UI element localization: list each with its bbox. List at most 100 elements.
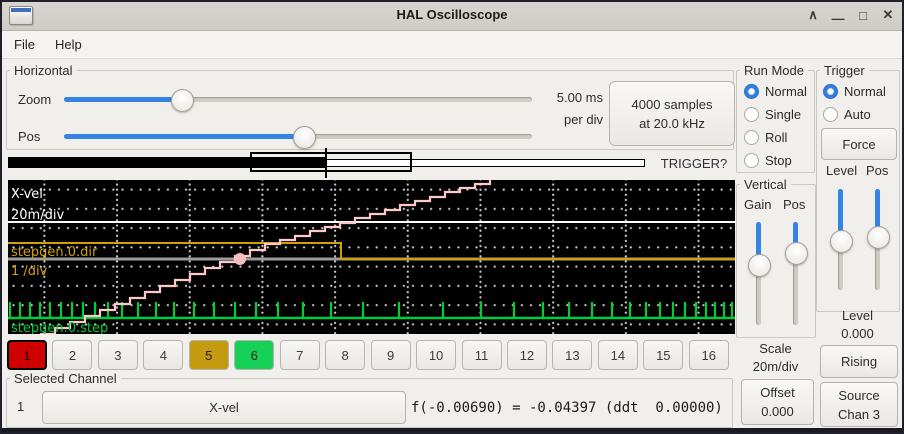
radio-auto[interactable]: Auto xyxy=(823,103,886,126)
trigger-edge-button[interactable]: Rising xyxy=(820,345,898,378)
radio-normal[interactable]: Normal xyxy=(744,80,807,103)
svg-text:stepgen.0.step: stepgen.0.step xyxy=(11,321,108,334)
force-button[interactable]: Force xyxy=(821,128,897,160)
offset-button[interactable]: Offset 0.000 xyxy=(741,379,814,425)
vertical-pos-slider[interactable] xyxy=(785,222,806,325)
rate-line: at 20.0 kHz xyxy=(639,114,705,133)
channel-button-6[interactable]: 6 xyxy=(234,340,274,370)
zoom-slider-knob[interactable] xyxy=(171,89,194,112)
radio-label: Auto xyxy=(844,107,871,122)
svg-text:1 /div: 1 /div xyxy=(11,264,48,279)
channel-button-9[interactable]: 9 xyxy=(371,340,411,370)
window-controls: ∧ — □ ✕ xyxy=(805,0,896,30)
radio-normal[interactable]: Normal xyxy=(823,80,886,103)
time-per-div-value: 5.00 ms xyxy=(520,90,603,105)
channel-button-14[interactable]: 14 xyxy=(598,340,638,370)
vertical-gain-slider[interactable] xyxy=(748,222,769,325)
run-mode-options: Normal Single Roll Stop xyxy=(744,80,807,172)
selected-channel-name-button[interactable]: X-vel xyxy=(42,391,406,424)
selected-channel-name: X-vel xyxy=(209,398,239,417)
channel-button-8[interactable]: 8 xyxy=(325,340,365,370)
radio-circle-icon[interactable] xyxy=(823,84,838,99)
radio-label: Normal xyxy=(765,84,807,99)
trigger-edge-label: Rising xyxy=(841,352,877,371)
timeline-cursor[interactable] xyxy=(325,148,327,178)
radio-label: Normal xyxy=(844,84,886,99)
gain-slider-knob[interactable] xyxy=(748,254,771,277)
maximize-button[interactable]: □ xyxy=(855,8,871,23)
channel-button-15[interactable]: 15 xyxy=(643,340,683,370)
scale-caption: Scale xyxy=(737,341,814,356)
radio-roll[interactable]: Roll xyxy=(744,126,807,149)
scope-display[interactable]: X-vel20m/divstepgen.0.dir1 /divstepgen.0… xyxy=(8,180,735,334)
channel-button-10[interactable]: 10 xyxy=(416,340,456,370)
radio-circle-icon[interactable] xyxy=(744,84,759,99)
channel-button-12[interactable]: 12 xyxy=(507,340,547,370)
menubar: File Help xyxy=(0,31,904,59)
radio-single[interactable]: Single xyxy=(744,103,807,126)
channel-button-1[interactable]: 1 xyxy=(7,340,47,370)
channel-button-4[interactable]: 4 xyxy=(143,340,183,370)
force-label: Force xyxy=(842,135,875,154)
pos-slider-knob[interactable] xyxy=(293,126,316,149)
hal-oscilloscope-window: HAL Oscilloscope ∧ — □ ✕ File Help Horiz… xyxy=(0,0,904,434)
trigger-level-label: Level xyxy=(826,163,857,178)
trigger-source-value: Chan 3 xyxy=(838,405,880,424)
radio-circle-icon[interactable] xyxy=(823,107,838,122)
trigger-level-slider[interactable] xyxy=(830,189,851,290)
zoom-slider-fill xyxy=(64,97,181,102)
level-slider-knob[interactable] xyxy=(830,230,853,253)
window-title: HAL Oscilloscope xyxy=(0,7,904,22)
svg-text:20m/div: 20m/div xyxy=(11,208,64,223)
vpos-slider-knob[interactable] xyxy=(785,242,808,265)
channel-button-13[interactable]: 13 xyxy=(552,340,592,370)
channel-button-3[interactable]: 3 xyxy=(98,340,138,370)
radio-stop[interactable]: Stop xyxy=(744,149,807,172)
shade-icon[interactable]: ∧ xyxy=(805,7,821,23)
scale-value: 20m/div xyxy=(737,359,814,374)
trigger-level-value: 0.000 xyxy=(817,326,898,341)
trigger-source-caption: Source xyxy=(838,386,879,405)
samples-line: 4000 samples xyxy=(632,95,713,114)
selected-channel-group-label: Selected Channel xyxy=(10,371,121,386)
run-mode-group-label: Run Mode xyxy=(740,63,808,78)
trigger-source-button[interactable]: Source Chan 3 xyxy=(820,382,898,427)
zoom-slider[interactable] xyxy=(64,89,532,110)
trigger-level-caption: Level xyxy=(817,308,898,323)
titlebar: HAL Oscilloscope ∧ — □ ✕ xyxy=(0,0,904,31)
radio-label: Roll xyxy=(765,130,787,145)
menu-file[interactable]: File xyxy=(8,34,41,55)
pos-slider-fill xyxy=(64,134,303,139)
trigger-pos-label: Pos xyxy=(866,163,888,178)
time-per-div-caption: per div xyxy=(520,112,603,127)
svg-text:stepgen.0.dir: stepgen.0.dir xyxy=(11,245,98,260)
channel-button-16[interactable]: 16 xyxy=(689,340,729,370)
tpos-slider-knob[interactable] xyxy=(867,226,890,249)
radio-circle-icon[interactable] xyxy=(744,130,759,145)
timeline-view-box[interactable] xyxy=(250,152,412,172)
samples-rate-button[interactable]: 4000 samples at 20.0 kHz xyxy=(609,81,735,146)
minimize-button[interactable]: — xyxy=(830,11,846,26)
channel-button-2[interactable]: 2 xyxy=(52,340,92,370)
horizontal-pos-slider[interactable] xyxy=(64,126,532,147)
zoom-slider-label: Zoom xyxy=(18,92,51,107)
offset-value: 0.000 xyxy=(761,402,794,421)
channel-button-7[interactable]: 7 xyxy=(280,340,320,370)
trigger-pos-slider[interactable] xyxy=(867,189,888,290)
offset-caption: Offset xyxy=(760,383,794,402)
trigger-group-label: Trigger xyxy=(820,63,869,78)
channel-button-11[interactable]: 11 xyxy=(462,340,502,370)
radio-label: Stop xyxy=(765,153,792,168)
trigger-question-button[interactable]: TRIGGER? xyxy=(656,156,732,171)
close-button[interactable]: ✕ xyxy=(880,7,896,23)
trigger-mode-options: Normal Auto xyxy=(823,80,886,126)
scope-traces: X-vel20m/divstepgen.0.dir1 /divstepgen.0… xyxy=(8,180,735,334)
selected-channel-number: 1 xyxy=(17,399,24,414)
vertical-group-label: Vertical xyxy=(740,177,791,192)
radio-label: Single xyxy=(765,107,801,122)
channel-button-5[interactable]: 5 xyxy=(189,340,229,370)
radio-circle-icon[interactable] xyxy=(744,153,759,168)
menu-help[interactable]: Help xyxy=(49,34,88,55)
radio-circle-icon[interactable] xyxy=(744,107,759,122)
vertical-pos-label: Pos xyxy=(783,197,805,212)
